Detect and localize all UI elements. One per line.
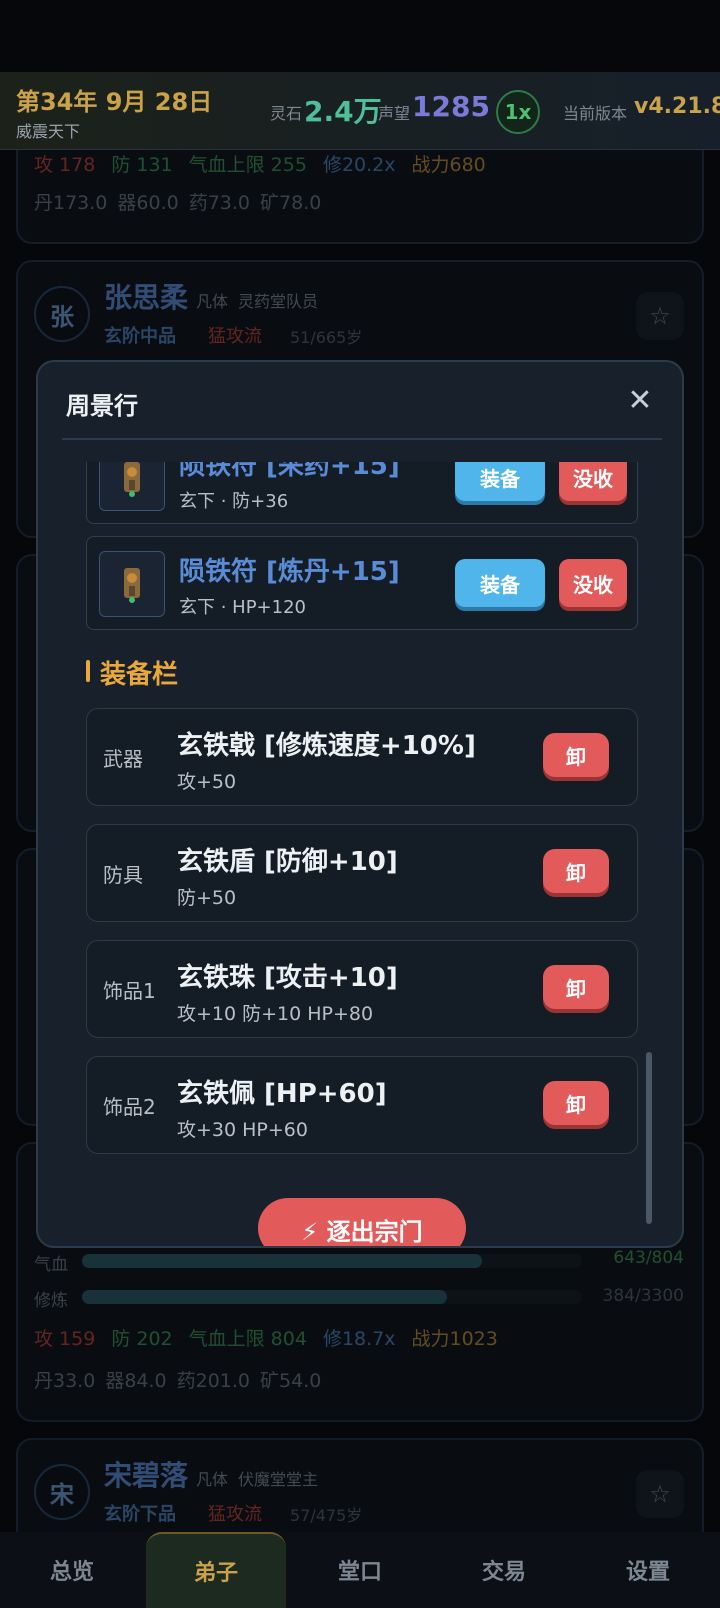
equip-button[interactable]: 装备	[455, 462, 545, 501]
item-name: 陨铁符 [炼丹+15]	[179, 557, 400, 587]
version-label: 当前版本	[563, 104, 628, 123]
slot-item-name: 玄铁戟 [修炼速度+10%]	[177, 731, 476, 761]
divider	[62, 438, 662, 440]
fame-label: 声望	[378, 104, 411, 123]
modal-title: 周景行	[66, 392, 138, 420]
equipment-section-title: 装备栏	[86, 654, 178, 691]
disciple-detail-modal: 周景行 ✕ 陨铁符 [采药+15] 玄下 · 防+36 装备 没收 陨铁符 [炼…	[36, 360, 684, 1248]
item-stats: 玄下 · HP+120	[179, 597, 306, 618]
equip-slot-accessory-2: 饰品2 玄铁佩 [HP+60] 攻+30 HP+60 卸	[86, 1056, 638, 1154]
close-icon[interactable]: ✕	[622, 382, 658, 418]
unequip-button[interactable]: 卸	[543, 849, 609, 893]
slot-item-stats: 攻+10 防+10 HP+80	[177, 1003, 374, 1025]
slot-item-stats: 攻+30 HP+60	[177, 1119, 308, 1141]
equipment-section-label: 装备栏	[100, 660, 179, 690]
nav-halls[interactable]: 堂口	[290, 1532, 430, 1608]
speed-toggle-button[interactable]: 1x	[496, 90, 540, 134]
top-info-bar: 第34年 9月 28日 威震天下 灵石 2.4万 声望 1285 1x 当前版本…	[0, 72, 720, 150]
unequip-button[interactable]: 卸	[543, 965, 609, 1009]
bottom-nav: 总览 弟子 堂口 交易 设置	[0, 1532, 720, 1608]
fame-value: 1285	[412, 90, 490, 123]
modal-scroll-area[interactable]: 陨铁符 [采药+15] 玄下 · 防+36 装备 没收 陨铁符 [炼丹+15] …	[38, 462, 682, 1246]
item-name: 陨铁符 [采药+15]	[179, 462, 400, 481]
spirit-stone-value: 2.4万	[304, 95, 382, 128]
nav-overview[interactable]: 总览	[2, 1532, 142, 1608]
unequip-button[interactable]: 卸	[543, 1081, 609, 1125]
slot-item-stats: 防+50	[177, 887, 237, 909]
slot-type: 饰品1	[103, 979, 156, 1003]
spirit-stone-label: 灵石	[270, 104, 303, 123]
expel-disciple-button[interactable]: ⚡ 逐出宗门	[258, 1198, 466, 1246]
confiscate-button[interactable]: 没收	[559, 462, 627, 501]
inventory-item: 陨铁符 [炼丹+15] 玄下 · HP+120 装备 没收	[86, 536, 638, 630]
equip-slot-armor: 防具 玄铁盾 [防御+10] 防+50 卸	[86, 824, 638, 922]
equip-slot-weapon: 武器 玄铁戟 [修炼速度+10%] 攻+50 卸	[86, 708, 638, 806]
game-date: 第34年 9月 28日	[16, 88, 213, 116]
sect-title: 威震天下	[16, 122, 81, 141]
version-value: v4.21.8	[634, 94, 720, 119]
slot-type: 武器	[103, 747, 143, 771]
confiscate-button[interactable]: 没收	[559, 559, 627, 607]
talisman-icon	[99, 462, 165, 511]
equip-slot-accessory-1: 饰品1 玄铁珠 [攻击+10] 攻+10 防+10 HP+80 卸	[86, 940, 638, 1038]
nav-trade[interactable]: 交易	[434, 1532, 574, 1608]
slot-item-name: 玄铁佩 [HP+60]	[177, 1079, 387, 1109]
nav-disciples[interactable]: 弟子	[146, 1532, 286, 1608]
talisman-icon	[99, 551, 165, 617]
unequip-button[interactable]: 卸	[543, 733, 609, 777]
inventory-item: 陨铁符 [采药+15] 玄下 · 防+36 装备 没收	[86, 462, 638, 524]
slot-type: 防具	[103, 863, 143, 887]
nav-settings[interactable]: 设置	[578, 1532, 718, 1608]
slot-item-name: 玄铁盾 [防御+10]	[177, 847, 398, 877]
equip-button[interactable]: 装备	[455, 559, 545, 607]
slot-type: 饰品2	[103, 1095, 156, 1119]
slot-item-name: 玄铁珠 [攻击+10]	[177, 963, 398, 993]
item-stats: 玄下 · 防+36	[179, 491, 289, 512]
slot-item-stats: 攻+50	[177, 771, 237, 793]
scrollbar[interactable]	[646, 1052, 652, 1224]
